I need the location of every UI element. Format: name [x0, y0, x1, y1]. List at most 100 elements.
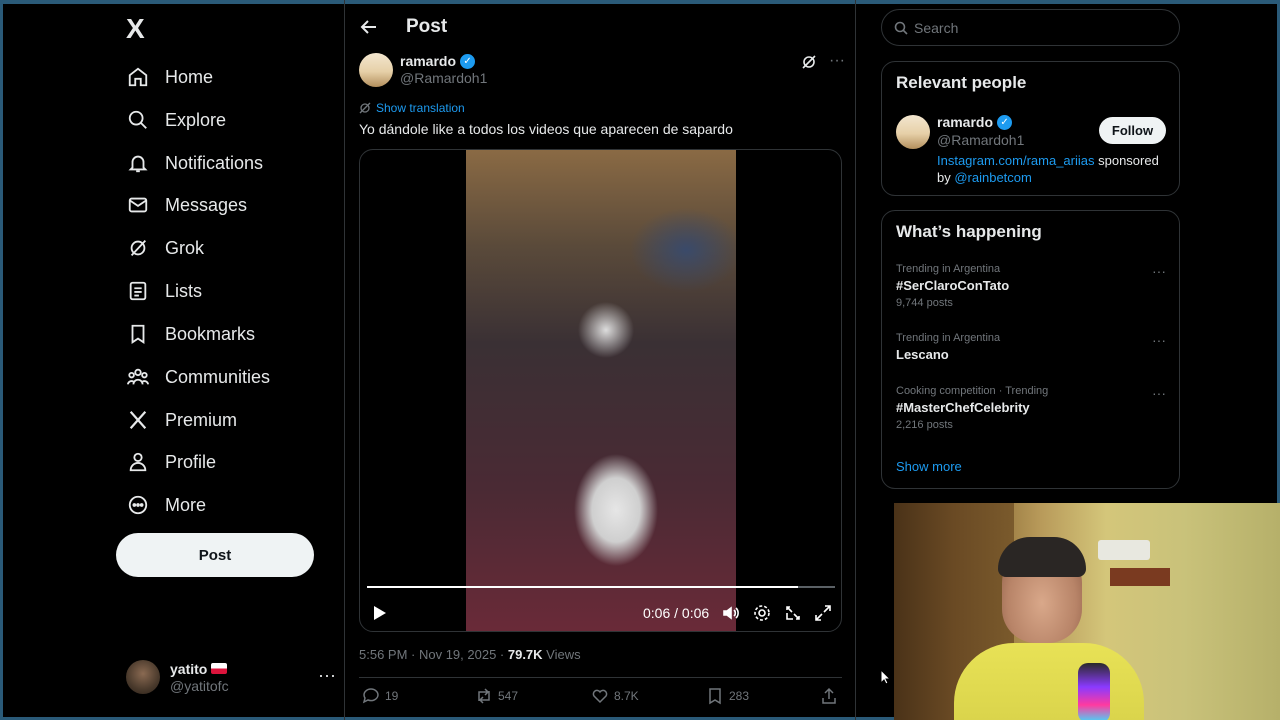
- show-translation-link[interactable]: Show translation: [359, 101, 465, 115]
- trend-item[interactable]: Trending in Argentina Lescano ···: [896, 332, 1166, 362]
- more-circle-icon: [126, 493, 150, 517]
- repost-icon: [478, 688, 490, 704]
- nav-more[interactable]: More: [126, 487, 206, 523]
- relevant-name[interactable]: ramardo ✓: [937, 114, 1013, 130]
- more-icon[interactable]: ···: [829, 52, 845, 70]
- bio-mention[interactable]: @rainbetcom: [954, 170, 1032, 185]
- share-button[interactable]: [820, 687, 843, 705]
- post-meta: 5:56 PM · Nov 19, 2025 · 79.7K Views: [359, 647, 581, 662]
- divider: [359, 677, 842, 678]
- nav-explore[interactable]: Explore: [126, 102, 226, 138]
- video-progress-bar[interactable]: [367, 586, 835, 588]
- like-button[interactable]: 8.7K: [591, 687, 639, 705]
- home-icon: [126, 65, 150, 89]
- video-player[interactable]: 0:06 / 0:06: [359, 149, 842, 632]
- trend-count: 9,744 posts: [896, 297, 953, 309]
- verified-badge-icon: ✓: [997, 114, 1013, 130]
- reply-count: 19: [385, 689, 399, 703]
- relevant-people-panel: Relevant people ramardo ✓ @Ramardoh1 Foll…: [881, 61, 1180, 196]
- video-progress-fill: [367, 586, 798, 588]
- account-handle: @yatitofc: [170, 677, 229, 694]
- grok-small-icon: [359, 102, 371, 114]
- post-timestamp[interactable]: 5:56 PM · Nov 19, 2025 ·: [359, 647, 508, 662]
- trend-context: Trending in Argentina: [896, 263, 1001, 275]
- author-handle[interactable]: @Ramardoh1: [400, 70, 487, 86]
- reply-button[interactable]: 19: [362, 687, 398, 705]
- trend-item[interactable]: Trending in Argentina #SerClaroConTato 9…: [896, 263, 1166, 309]
- main-column: Post ramardo ✓ @Ramardoh1 ··· Show transl…: [344, 0, 856, 720]
- trend-context: Cooking competition · Trending: [896, 385, 1049, 397]
- share-icon: [822, 687, 836, 704]
- list-icon: [126, 279, 150, 303]
- trend-count: 2,216 posts: [896, 419, 953, 431]
- nav-profile[interactable]: Profile: [126, 444, 216, 480]
- bookmark-button[interactable]: 283: [706, 687, 749, 705]
- bio-link[interactable]: Instagram.com/rama_ariias: [937, 153, 1095, 168]
- nav-label: Explore: [165, 109, 227, 130]
- nav-label: Home: [165, 66, 214, 87]
- search-input[interactable]: [914, 19, 1154, 36]
- trend-item[interactable]: Cooking competition · Trending #MasterCh…: [896, 385, 1166, 431]
- grok-icon[interactable]: [801, 54, 817, 70]
- nav-premium[interactable]: Premium: [126, 402, 237, 438]
- nav-label: Grok: [165, 237, 205, 258]
- nav-label: Premium: [165, 409, 238, 430]
- x-logo[interactable]: X: [126, 14, 156, 44]
- relevant-name-text: ramardo: [937, 114, 994, 130]
- play-icon[interactable]: [370, 604, 388, 622]
- video-time: 0:06 / 0:06: [643, 605, 710, 621]
- pip-icon[interactable]: [784, 604, 802, 622]
- video-frame[interactable]: [466, 150, 736, 631]
- author-name-text: ramardo: [400, 53, 457, 69]
- avatar[interactable]: [896, 115, 930, 149]
- back-arrow-icon[interactable]: [359, 17, 379, 37]
- bookmark-icon: [709, 688, 721, 705]
- more-icon[interactable]: ···: [1152, 385, 1166, 401]
- repost-button[interactable]: 547: [475, 687, 518, 705]
- poland-flag-icon: [211, 663, 228, 674]
- settings-gear-icon[interactable]: [753, 604, 771, 622]
- bell-icon: [126, 151, 150, 175]
- nav-home[interactable]: Home: [126, 59, 213, 95]
- nav-label: Lists: [165, 280, 203, 301]
- post-author: ramardo ✓ @Ramardoh1 ···: [359, 52, 845, 92]
- show-more-link[interactable]: Show more: [896, 459, 962, 474]
- panel-title: What’s happening: [896, 222, 1042, 241]
- post-button[interactable]: Post: [116, 533, 314, 577]
- trend-name: Lescano: [896, 347, 949, 362]
- post-actions: 19 547 8.7K 283: [359, 687, 842, 709]
- relevant-handle[interactable]: @Ramardoh1: [937, 132, 1024, 148]
- nav-label: Messages: [165, 194, 248, 215]
- account-name: yatito: [170, 661, 229, 677]
- more-icon[interactable]: ···: [1152, 263, 1166, 279]
- follow-button[interactable]: Follow: [1099, 117, 1166, 144]
- author-name[interactable]: ramardo ✓: [400, 53, 476, 69]
- volume-icon[interactable]: [722, 604, 740, 622]
- person-icon: [126, 450, 150, 474]
- nav-bookmarks[interactable]: Bookmarks: [126, 316, 255, 352]
- whats-happening-panel: What’s happening Trending in Argentina #…: [881, 210, 1180, 489]
- relevant-bio: Instagram.com/rama_ariias sponsored by @…: [937, 152, 1169, 186]
- nav-communities[interactable]: Communities: [126, 359, 270, 395]
- show-translation-label: Show translation: [376, 101, 465, 115]
- account-name-text: yatito: [170, 660, 208, 677]
- nav-grok[interactable]: Grok: [126, 230, 204, 266]
- webcam-overlay: [894, 503, 1280, 720]
- nav-messages[interactable]: Messages: [126, 187, 247, 223]
- fullscreen-icon[interactable]: [814, 604, 832, 622]
- people-icon: [126, 365, 150, 389]
- search-icon: [894, 21, 908, 35]
- trend-context: Trending in Argentina: [896, 332, 1001, 344]
- nav-label: Notifications: [165, 152, 264, 173]
- more-icon[interactable]: ···: [1152, 332, 1166, 348]
- nav-notifications[interactable]: Notifications: [126, 145, 263, 181]
- account-switcher[interactable]: yatito @yatitofc ···: [126, 655, 336, 699]
- more-icon[interactable]: ···: [318, 665, 336, 686]
- nav-label: Profile: [165, 451, 217, 472]
- avatar: [126, 660, 160, 694]
- bookmark-count: 283: [729, 689, 750, 703]
- avatar[interactable]: [359, 53, 393, 87]
- reply-icon: [362, 688, 379, 704]
- nav-lists[interactable]: Lists: [126, 273, 202, 309]
- search-bar[interactable]: [881, 9, 1180, 46]
